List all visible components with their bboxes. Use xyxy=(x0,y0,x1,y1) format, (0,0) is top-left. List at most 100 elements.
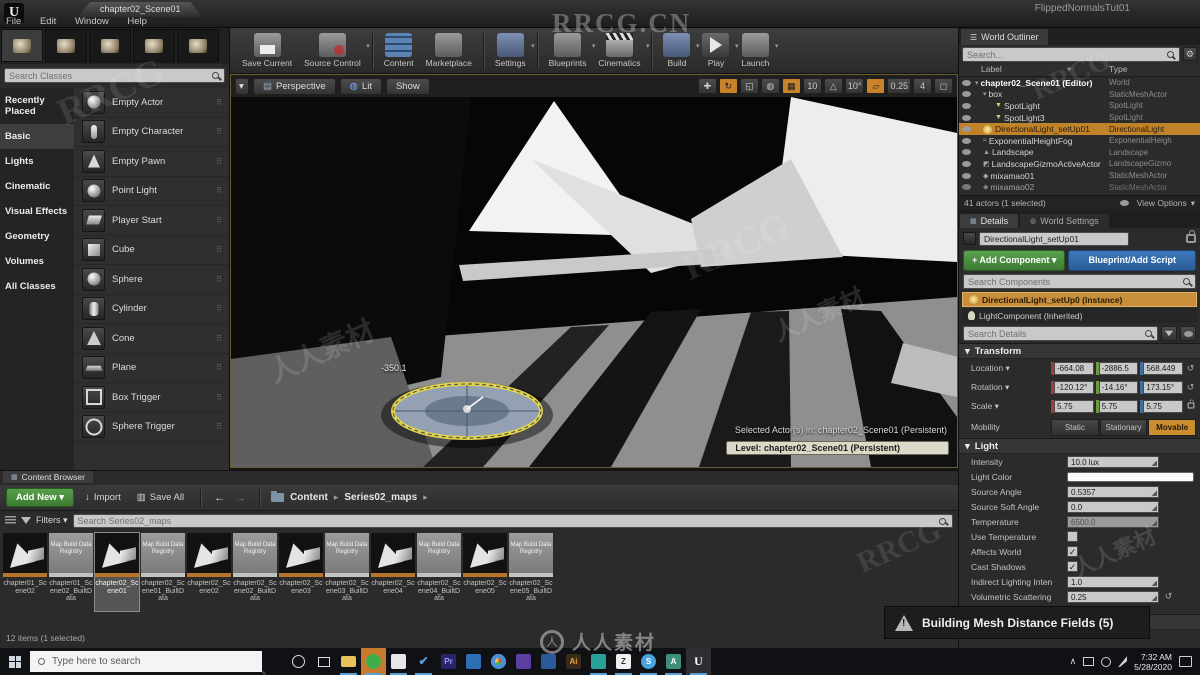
place-item-plane[interactable]: Plane ⠿ xyxy=(74,354,229,383)
light-color-swatch[interactable] xyxy=(1067,471,1194,482)
maya-icon[interactable]: A xyxy=(661,648,686,675)
lit-mode-button[interactable]: ◍ Lit xyxy=(339,77,382,95)
drag-grip-icon[interactable]: ⠿ xyxy=(216,186,222,195)
sources-panel-toggle-icon[interactable] xyxy=(5,516,16,525)
outliner-row-spotlight3[interactable]: ▼ SpotLight3 SpotLight xyxy=(959,112,1200,124)
place-item-cylinder[interactable]: Cylinder ⠿ xyxy=(74,295,229,324)
source-angle-field[interactable]: 0.5357 ◢ xyxy=(1067,485,1159,498)
discord-icon[interactable]: ✔ xyxy=(411,648,436,675)
place-item-point-light[interactable]: Point Light ⠿ xyxy=(74,177,229,206)
tray-chevron-icon[interactable]: ∧ xyxy=(1070,656,1077,667)
world-outliner-tab[interactable]: ☰ World Outliner xyxy=(961,29,1048,45)
drag-grip-icon[interactable]: ⠿ xyxy=(216,275,222,284)
content-browser-tab[interactable]: ▦ Content Browser xyxy=(3,471,93,483)
3d-scene-render[interactable] xyxy=(231,97,957,467)
level-tab[interactable]: chapter02_Scene01 xyxy=(78,2,203,17)
grid-snap-toggle-button[interactable]: ▦ xyxy=(781,78,801,94)
illustrator-icon[interactable]: Ai xyxy=(561,648,586,675)
chevron-down-icon[interactable]: ▾ xyxy=(531,42,535,50)
foliage-mode-tab[interactable] xyxy=(133,29,175,62)
category-volumes[interactable]: Volumes xyxy=(0,249,74,274)
import-button[interactable]: ↓ Import xyxy=(80,489,126,506)
cortana-icon[interactable] xyxy=(286,648,311,675)
rotation-label[interactable]: Rotation ▾ xyxy=(971,382,1049,393)
screen-recorder-icon[interactable] xyxy=(361,648,386,675)
place-item-sphere[interactable]: Sphere ⠿ xyxy=(74,265,229,295)
outliner-search-input[interactable] xyxy=(962,47,1180,62)
type-column-header[interactable]: Type xyxy=(1109,64,1127,74)
filter-funnel-icon[interactable] xyxy=(21,517,31,524)
level-viewport[interactable]: ▾ ▤ Perspective ◍ Lit Show ✚ ↻ ◱ ◍ ▦ 10 △ … xyxy=(230,74,958,468)
component-inherited-row[interactable]: LightComponent (Inherited) xyxy=(962,308,1197,323)
display-filter-eye-icon[interactable] xyxy=(1180,326,1196,341)
drag-grip-icon[interactable]: ⠿ xyxy=(216,363,222,372)
asset-tile[interactable]: Map Build Data Registry chapter02_Scene05… xyxy=(509,533,553,611)
blueprint-add-script-button[interactable]: Blueprint/Add Script xyxy=(1068,250,1196,271)
marketplace-button[interactable]: Marketplace xyxy=(420,32,478,69)
teal-app-icon[interactable] xyxy=(586,648,611,675)
outliner-row-box[interactable]: ▾ box StaticMeshActor xyxy=(959,89,1200,101)
paint-mode-tab[interactable] xyxy=(45,29,87,62)
grid-snap-value-button[interactable]: 10 xyxy=(802,78,822,94)
mobility-stationary-button[interactable]: Stationary xyxy=(1099,418,1148,436)
outliner-row-world[interactable]: ▾ chapter02_Scene01 (Editor) World xyxy=(959,77,1200,89)
rotate-tool-button[interactable]: ↻ xyxy=(718,78,738,94)
mobility-movable-button[interactable]: Movable xyxy=(1148,418,1197,436)
skype-icon[interactable]: S xyxy=(636,648,661,675)
asset-tile[interactable]: chapter01_Scene02 xyxy=(3,533,47,611)
place-item-cone[interactable]: Cone ⠿ xyxy=(74,324,229,354)
visibility-eye-icon[interactable] xyxy=(962,91,971,98)
lock-icon[interactable] xyxy=(1186,230,1196,243)
filters-button[interactable]: Filters ▾ xyxy=(36,515,68,526)
outliner-row-landscape-gizmo[interactable]: ◩ LandscapeGizmoActiveActor LandscapeGizmo xyxy=(959,158,1200,170)
category-recently-placed[interactable]: Recently Placed xyxy=(0,88,74,124)
location-label[interactable]: Location ▾ xyxy=(971,363,1049,374)
intensity-field[interactable]: 10.0 lux ◢ xyxy=(1067,455,1159,468)
location-z-field[interactable]: 568.449 xyxy=(1143,362,1184,375)
premiere-icon[interactable]: Pr xyxy=(436,648,461,675)
visibility-eye-icon[interactable] xyxy=(962,184,971,191)
place-item-cube[interactable]: Cube ⠿ xyxy=(74,236,229,265)
tab-details[interactable]: ▦ Details xyxy=(960,214,1019,228)
scale-snap-toggle-button[interactable]: ▱ xyxy=(866,78,886,94)
label-column-header[interactable]: Label xyxy=(981,64,1002,74)
pen-icon[interactable] xyxy=(1118,656,1128,667)
action-center-icon[interactable] xyxy=(1179,656,1192,667)
taskbar-search-box[interactable]: Type here to search xyxy=(30,651,262,672)
maximize-viewport-button[interactable]: ◻ xyxy=(934,78,953,94)
tab-world-settings[interactable]: ◍ World Settings xyxy=(1020,214,1109,228)
outliner-settings-icon[interactable]: ⚙ xyxy=(1182,47,1197,61)
outliner-row-mixamao02[interactable]: ◆ mixamao02 StaticMeshActor xyxy=(959,181,1200,193)
volumetric-scattering-field[interactable]: 0.25 ◢ xyxy=(1067,590,1159,603)
visibility-eye-icon[interactable] xyxy=(962,172,971,179)
file-explorer-icon[interactable] xyxy=(336,648,361,675)
drag-grip-icon[interactable]: ⠿ xyxy=(216,304,222,313)
component-instance-row[interactable]: DirectionalLight_setUp0 (Instance) xyxy=(962,292,1197,307)
light-section-header[interactable]: ▾ Light xyxy=(959,438,1200,454)
reset-location-icon[interactable]: ↺ xyxy=(1185,363,1196,374)
perspective-button[interactable]: ▤ Perspective xyxy=(253,77,336,95)
blue-app-icon[interactable] xyxy=(536,648,561,675)
rotation-snap-toggle-button[interactable]: △ xyxy=(823,78,843,94)
affects-world-checkbox[interactable]: ✓ xyxy=(1067,546,1078,557)
place-item-empty-pawn[interactable]: Empty Pawn ⠿ xyxy=(74,147,229,177)
add-component-button[interactable]: + Add Component ▾ xyxy=(963,250,1066,271)
drag-grip-icon[interactable]: ⠿ xyxy=(216,127,222,136)
place-item-player-start[interactable]: Player Start ⠿ xyxy=(74,206,229,236)
build-button[interactable]: Build ▾ xyxy=(657,32,699,69)
drag-grip-icon[interactable]: ⠿ xyxy=(216,422,222,431)
geometry-mode-tab[interactable] xyxy=(177,29,219,62)
notes-app-icon[interactable] xyxy=(386,648,411,675)
visibility-eye-icon[interactable] xyxy=(962,160,971,167)
category-lights[interactable]: Lights xyxy=(0,149,74,174)
blueprints-button[interactable]: Blueprints ▾ xyxy=(543,32,595,69)
scale-x-field[interactable]: 5.75 xyxy=(1054,400,1094,413)
breadcrumb-content[interactable]: Content xyxy=(290,492,328,503)
place-item-sphere-trigger[interactable]: Sphere Trigger ⠿ xyxy=(74,413,229,442)
place-item-box-trigger[interactable]: Box Trigger ⠿ xyxy=(74,383,229,413)
breadcrumb-arrow-icon[interactable]: ▸ xyxy=(423,492,428,503)
asset-tile[interactable]: Map Build Data Registry chapter02_Scene03… xyxy=(325,533,369,611)
viewport-options-button[interactable]: ▾ xyxy=(235,77,249,95)
search-components-input[interactable] xyxy=(963,274,1196,289)
play-button[interactable]: Play ▾ xyxy=(696,32,738,69)
